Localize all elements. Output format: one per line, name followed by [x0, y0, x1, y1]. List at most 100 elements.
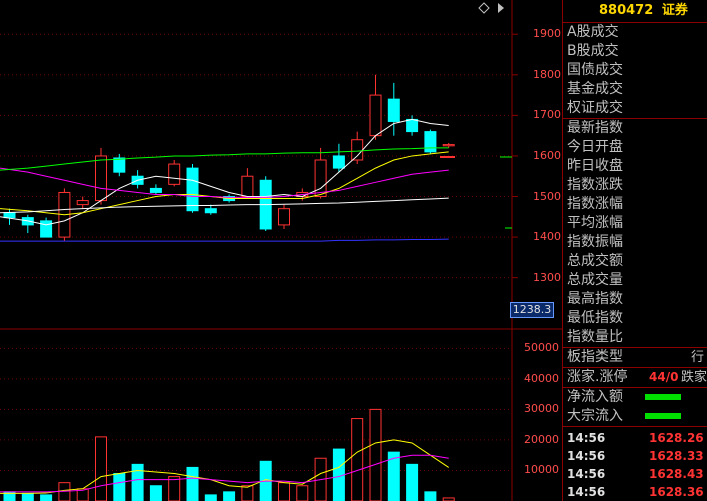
candle-body	[332, 155, 345, 169]
volume-bar	[131, 463, 144, 501]
flow-group: 板指类型 行 涨家.涨停 44/0 跌家 净流入额 大宗流入	[563, 348, 707, 427]
tick-time: 14:56	[567, 449, 606, 463]
volume-axis-label: 20000	[524, 432, 559, 446]
moving-average-line	[0, 147, 449, 171]
candle-body	[442, 144, 455, 147]
tick-price: 1628.26	[649, 431, 704, 445]
volume-bar	[223, 491, 236, 501]
price-axis-label: 1600	[533, 148, 561, 162]
stat-row: 指数涨跌	[567, 177, 623, 193]
current-price-label: 1238.3	[510, 302, 554, 318]
diamond-icon	[478, 2, 490, 14]
candle-body	[3, 212, 16, 219]
stat-row: 国债成交	[567, 62, 623, 78]
volume-bar	[204, 494, 217, 501]
tick-row: 14:56 1628.43	[563, 465, 707, 483]
tick-price: 1628.36	[649, 485, 704, 499]
candle-body	[314, 159, 327, 198]
volume-bar	[351, 418, 364, 501]
candle-body	[387, 98, 400, 122]
block-inflow-row: 大宗流入	[563, 407, 707, 426]
stat-row: A股成交	[567, 24, 619, 40]
play-icon	[498, 3, 504, 13]
volume-bar	[149, 485, 162, 501]
stat-row: 最新指数	[567, 120, 623, 136]
volume-bar	[113, 473, 126, 501]
tick-price: 1628.33	[649, 449, 704, 463]
candle-body	[186, 167, 199, 212]
index-stats-group: 最新指数今日开盘昨日收盘指数涨跌指数涨幅平均涨幅指数振幅总成交额总成交量最高指数…	[563, 119, 707, 348]
stat-row: 最低指数	[567, 310, 623, 326]
volume-bar	[168, 476, 181, 501]
candle-body	[424, 131, 437, 153]
candle-body	[369, 94, 382, 137]
volume-bar	[241, 485, 254, 501]
board-type-row: 板指类型 行	[567, 349, 705, 365]
volume-bar	[278, 482, 290, 501]
stat-row: 平均涨幅	[567, 215, 623, 231]
tick-time: 14:56	[567, 431, 606, 445]
stat-row: 总成交量	[567, 272, 623, 288]
volume-bar	[369, 408, 382, 501]
stat-row: 指数量比	[567, 329, 623, 345]
candle-body	[406, 118, 419, 133]
volume-axis-label: 10000	[524, 463, 559, 477]
volume-bar	[40, 494, 53, 501]
moving-average-line	[0, 238, 449, 242]
candle-body	[113, 157, 126, 173]
stat-row: B股成交	[567, 43, 619, 59]
volume-axis-label: 40000	[524, 371, 559, 385]
candle-body	[76, 200, 89, 206]
tick-time: 14:56	[567, 485, 606, 499]
candle-body	[351, 139, 364, 161]
tick-row: 14:56 1628.33	[563, 447, 707, 465]
quote-panel: 880472 证券 A股成交 B股成交国债成交基金成交权证成交 最新指数今日开盘昨…	[562, 0, 707, 501]
up-down-value: 44/0	[649, 370, 679, 384]
candle-body	[241, 175, 254, 198]
price-axis-label: 1500	[533, 189, 561, 203]
candle-body	[95, 155, 107, 202]
price-axis-label: 1400	[533, 230, 561, 244]
net-inflow-bar	[645, 394, 681, 400]
volume-axis-label: 30000	[524, 402, 559, 416]
stat-row: 权证成交	[567, 100, 623, 116]
down-label: 跌家	[681, 370, 707, 385]
volume-bar	[296, 485, 309, 501]
volume-bar	[186, 466, 199, 501]
price-axis-label: 1900	[533, 27, 561, 41]
stat-row: 今日开盘	[567, 139, 623, 155]
candle-body	[278, 208, 290, 226]
candle-body	[40, 220, 53, 238]
volume-bar	[21, 492, 34, 501]
stat-row: 总成交额	[567, 253, 623, 269]
price-axis-label: 1700	[533, 108, 561, 122]
tick-time: 14:56	[567, 467, 606, 481]
price-axis-label: 1800	[533, 67, 561, 81]
price-axis-label: 1300	[533, 270, 561, 284]
block-inflow-bar	[645, 413, 681, 419]
stat-row: 昨日收盘	[567, 158, 623, 174]
candle-body	[204, 208, 217, 214]
volume-bar	[424, 491, 437, 501]
volume-bar	[406, 463, 419, 501]
candle-body	[168, 163, 181, 185]
tick-price: 1628.43	[649, 467, 704, 481]
turnover-group: A股成交 B股成交国债成交基金成交权证成交	[563, 23, 707, 119]
candle-body	[149, 187, 162, 193]
stat-row: 指数涨幅	[567, 196, 623, 212]
up-down-row: 涨家.涨停 44/0 跌家	[563, 367, 707, 387]
tick-row: 14:56 1628.26	[563, 429, 707, 447]
tick-row: 14:56 1628.36	[563, 483, 707, 501]
stat-row: 指数振幅	[567, 234, 623, 250]
volume-axis-label: 50000	[524, 341, 559, 355]
stat-row: 基金成交	[567, 81, 623, 97]
board-type-value: 行	[691, 350, 705, 365]
volume-bar	[95, 436, 107, 501]
index-code: 880472	[599, 3, 654, 18]
kline-chart[interactable]	[0, 0, 562, 501]
net-inflow-row: 净流入额	[563, 387, 707, 407]
stat-row: 最高指数	[567, 291, 623, 307]
index-name: 证券	[661, 3, 688, 18]
panel-header: 880472 证券	[563, 0, 707, 23]
tick-list: 14:56 1628.26 14:56 1628.33 14:56 1628.43 14:5…	[563, 427, 707, 501]
